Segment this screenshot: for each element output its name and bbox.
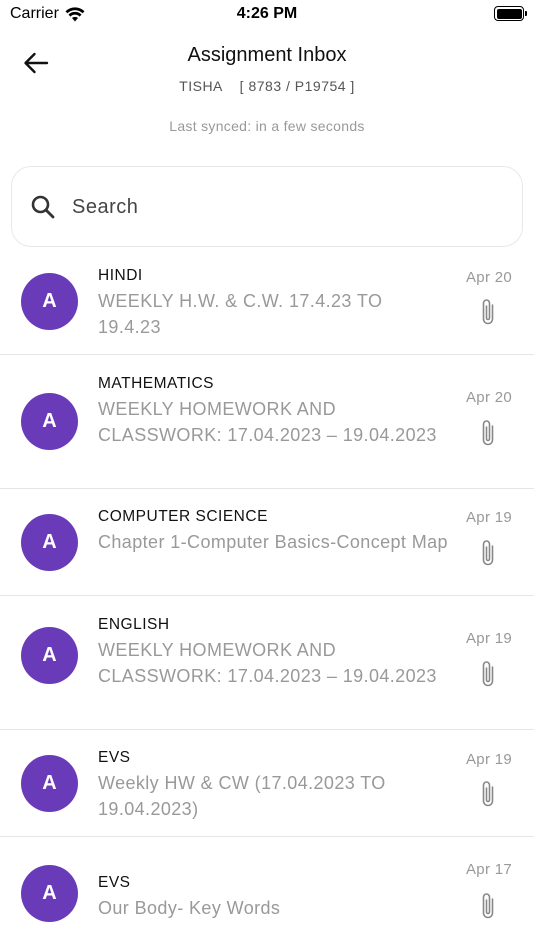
paperclip-icon <box>482 781 494 807</box>
page-title: Assignment Inbox <box>187 44 347 66</box>
date-label: Apr 17 <box>466 861 512 878</box>
date-label: Apr 19 <box>466 751 512 768</box>
status-time: 4:26 PM <box>236 5 298 22</box>
list-item[interactable]: A EVS Weekly HW & CW (17.04.2023 TO 19.0… <box>0 730 534 837</box>
assignment-title: WEEKLY HOMEWORK AND CLASSWORK: 17.04.202… <box>98 640 437 686</box>
avatar: A <box>21 514 78 571</box>
list-item[interactable]: A EVS Our Body- Key Words Apr 17 <box>0 837 534 950</box>
date-label: Apr 20 <box>466 389 512 406</box>
assignment-list: A HINDI WEEKLY H.W. & C.W. 17.4.23 TO 19… <box>0 248 534 950</box>
search-icon <box>31 195 55 219</box>
date-label: Apr 20 <box>466 269 512 286</box>
date-label: Apr 19 <box>466 509 512 526</box>
assignment-title: Our Body- Key Words <box>98 898 281 918</box>
paperclip-icon <box>482 299 494 325</box>
date-label: Apr 19 <box>466 630 512 647</box>
list-item[interactable]: A ENGLISH WEEKLY HOMEWORK AND CLASSWORK:… <box>0 596 534 730</box>
search-input[interactable] <box>72 187 502 227</box>
battery-icon <box>494 6 527 21</box>
avatar: A <box>21 865 78 922</box>
subject-label: EVS <box>98 874 131 891</box>
sync-status: Last synced: in a few seconds <box>169 118 365 134</box>
header: Assignment Inbox TISHA [ 8783 / P19754 ]… <box>0 28 534 148</box>
avatar: A <box>21 627 78 684</box>
assignment-title: WEEKLY HOMEWORK AND CLASSWORK: 17.04.202… <box>98 399 437 445</box>
subject-label: HINDI <box>98 267 143 284</box>
assignment-title: Chapter 1-Computer Basics-Concept Map <box>98 532 448 552</box>
paperclip-icon <box>482 893 494 919</box>
list-item[interactable]: A HINDI WEEKLY H.W. & C.W. 17.4.23 TO 19… <box>0 248 534 355</box>
avatar: A <box>21 273 78 330</box>
subject-label: MATHEMATICS <box>98 375 215 392</box>
student-info: TISHA [ 8783 / P19754 ] <box>179 78 355 94</box>
avatar: A <box>21 393 78 450</box>
paperclip-icon <box>482 420 494 446</box>
subject-label: ENGLISH <box>98 616 170 633</box>
status-bar: Carrier 4:26 PM <box>0 0 534 28</box>
paperclip-icon <box>482 540 494 566</box>
list-item[interactable]: A MATHEMATICS WEEKLY HOMEWORK AND CLASSW… <box>0 355 534 489</box>
subject-label: EVS <box>98 749 131 766</box>
assignment-title: Weekly HW & CW (17.04.2023 TO 19.04.2023… <box>98 773 386 819</box>
paperclip-icon <box>482 661 494 687</box>
list-item[interactable]: A COMPUTER SCIENCE Chapter 1-Computer Ba… <box>0 489 534 596</box>
avatar: A <box>21 755 78 812</box>
assignment-title: WEEKLY H.W. & C.W. 17.4.23 TO 19.4.23 <box>98 291 383 337</box>
subject-label: COMPUTER SCIENCE <box>98 508 268 525</box>
search-bar[interactable] <box>11 166 523 247</box>
